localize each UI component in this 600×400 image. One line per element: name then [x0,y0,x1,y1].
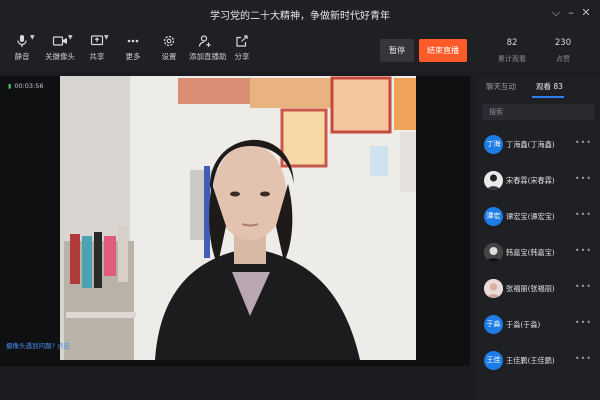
viewer-sidebar: 聊天互动 观看 83 丁海 丁海鑫(丁海鑫) ••• 宋春霖(宋春霖) ••• … [476,76,600,400]
avatar [484,243,503,262]
live-timer-value: 00:03:56 [14,82,44,90]
camera-icon [52,36,67,46]
viewer-name: 宋春霖(宋春霖) [506,176,555,185]
settings-button[interactable]: 设置 [160,34,178,62]
more-label: 更多 [125,52,141,61]
camera-feed-image [60,76,416,360]
share-icon [236,35,248,47]
viewer-name: 于淼(于淼) [506,320,541,329]
viewer-name: 韩嘉宝(韩嘉宝) [506,248,555,257]
likes-value: 230 [554,38,572,48]
camera-problem-link[interactable]: 摄像头遇到问题? 点击 [6,340,70,350]
bottom-bar [0,366,470,400]
viewer-more-icon[interactable]: ••• [575,246,592,255]
likes-stat: 230 点赞 [538,38,588,64]
share-label: 分享 [234,52,250,61]
viewer-name: 丁海鑫(丁海鑫) [506,140,555,149]
settings-label: 设置 [161,52,177,61]
profile-photo-icon [487,174,500,190]
camera-toggle-label: 关摄像头 [45,52,75,61]
window-title: 学习党的二十大精神，争做新时代好青年 [210,11,390,22]
minimize-icon[interactable]: – [563,5,579,21]
more-dots-icon [127,39,139,43]
active-tab-indicator [532,96,564,98]
screen-share-icon [90,35,104,46]
more-button[interactable]: 更多 [124,34,142,62]
close-icon[interactable]: ✕ [578,5,594,21]
profile-photo-icon [484,279,503,298]
total-views-caption: 累计观看 [498,55,526,63]
viewer-name: 王佳鹏(王佳鹏) [506,356,555,365]
avatar [484,171,503,190]
viewer-item[interactable]: 宋春霖(宋春霖) ••• [476,164,600,200]
share-button[interactable]: 分享 [233,34,251,62]
viewer-name: 张福丽(张福丽) [506,284,555,293]
viewer-more-icon[interactable]: ••• [575,210,592,219]
viewer-item[interactable]: 张福丽(张福丽) ••• [476,272,600,308]
tab-chat[interactable]: 聊天互动 [486,81,516,92]
title-bar: 学习党的二十大精神，争做新时代好青年 ⌵ – ✕ [0,0,600,28]
window-menu-icon[interactable]: ⌵ [548,5,564,21]
share-options-icon[interactable]: ▼ [104,34,109,41]
avatar: 于淼 [484,315,503,334]
avatar: 丁海 [484,135,503,154]
viewer-more-icon[interactable]: ••• [575,318,592,327]
viewer-more-icon[interactable]: ••• [575,138,592,147]
add-assistant-label: 添加直播助 [189,52,227,61]
pause-button[interactable]: 暂停 [380,39,414,62]
viewer-more-icon[interactable]: ••• [575,354,592,363]
end-live-button[interactable]: 结束直播 [419,39,467,62]
add-assistant-icon [198,35,211,47]
live-timer: ▮ 00:03:56 [8,82,44,90]
mute-options-icon[interactable]: ▼ [30,34,35,41]
viewer-item[interactable]: 丁海 丁海鑫(丁海鑫) ••• [476,128,600,164]
avatar [484,279,503,298]
avatar: 谭宏 [484,207,503,226]
viewer-more-icon[interactable]: ••• [575,174,592,183]
microphone-icon [17,35,27,47]
camera-options-icon[interactable]: ▼ [68,34,73,41]
viewer-item[interactable]: 王佳 王佳鹏(王佳鹏) ••• [476,344,600,380]
viewer-item[interactable]: 于淼 于淼(于淼) ••• [476,308,600,344]
share-screen-label: 共享 [89,52,105,61]
total-views-value: 82 [506,38,518,48]
add-assistant-button[interactable]: 添加直播助 [189,34,227,62]
likes-caption: 点赞 [556,55,570,63]
tab-viewers[interactable]: 观看 83 [536,81,563,92]
viewer-item[interactable]: 谭宏 谭宏宝(谭宏宝) ••• [476,200,600,236]
avatar: 王佳 [484,351,503,370]
viewer-search-input[interactable] [482,104,594,120]
profile-photo-icon [484,243,503,262]
signal-icon: ▮ [8,83,12,90]
mute-label: 静音 [14,52,30,61]
gear-icon [163,35,175,47]
viewer-name: 谭宏宝(谭宏宝) [506,212,555,221]
viewer-more-icon[interactable]: ••• [575,282,592,291]
sidebar-tabs: 聊天互动 观看 83 [476,76,600,98]
total-views-stat: 82 累计观看 [487,38,537,64]
camera-feed [60,76,416,360]
viewer-item[interactable]: 韩嘉宝(韩嘉宝) ••• [476,236,600,272]
